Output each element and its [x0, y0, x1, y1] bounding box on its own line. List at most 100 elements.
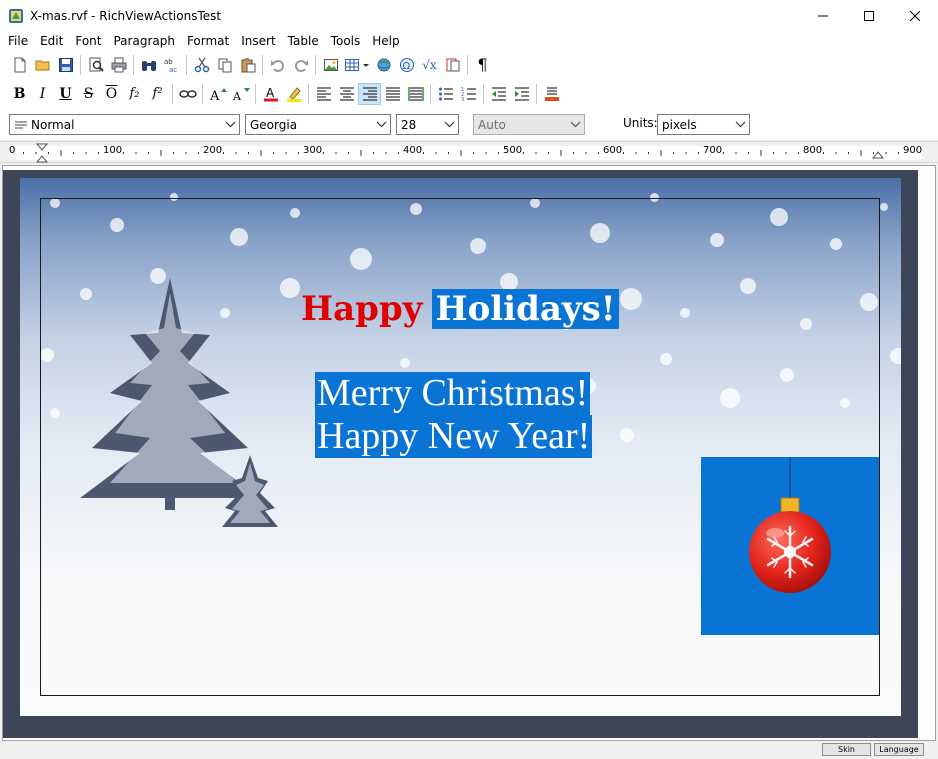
strikeout-button[interactable]: S — [77, 83, 100, 105]
happy-word[interactable]: Happy — [301, 289, 422, 329]
superscript-icon: f² — [152, 85, 163, 101]
font-color-button[interactable]: A — [259, 83, 282, 105]
copy-icon — [218, 58, 231, 73]
grow-font-button[interactable]: A — [206, 83, 229, 105]
bold-button[interactable]: B — [8, 83, 31, 105]
style-select[interactable]: Normal — [9, 114, 240, 135]
align-justify-button[interactable] — [381, 83, 404, 105]
menu-format[interactable]: Format — [181, 31, 235, 51]
redo-icon — [294, 60, 308, 72]
italic-button[interactable]: I — [31, 83, 54, 105]
font-name-value: Georgia — [250, 117, 298, 132]
align-left-button[interactable] — [312, 83, 335, 105]
copy-button[interactable] — [213, 54, 236, 76]
align-center-icon — [339, 86, 354, 101]
align-center-button[interactable] — [335, 83, 358, 105]
maximize-button[interactable] — [846, 0, 892, 31]
heading-line[interactable]: Happy Holidays! — [301, 288, 619, 330]
highlight-button[interactable] — [282, 83, 305, 105]
underline-button[interactable]: U — [54, 83, 77, 105]
formatting-toolbar: B I U S O f₂ f² A A A 1 2 3 — [0, 79, 938, 108]
distribute-button[interactable] — [404, 83, 427, 105]
language-button[interactable]: Language — [874, 743, 924, 756]
insert-equation-button[interactable]: √x — [418, 54, 441, 76]
status-bar: Skin Language — [0, 741, 938, 759]
align-left-icon — [316, 86, 331, 101]
menu-file[interactable]: File — [2, 31, 34, 51]
menu-help[interactable]: Help — [366, 31, 405, 51]
shrink-font-button[interactable]: A — [229, 83, 252, 105]
insert-hyperlink-button[interactable] — [372, 54, 395, 76]
minimize-button[interactable] — [800, 0, 846, 31]
horizontal-ruler[interactable]: 0 100 200 300 400 500 600 700 800 900 — [0, 141, 938, 163]
units-select[interactable]: pixels — [657, 114, 750, 135]
left-indent-marker-icon[interactable] — [36, 142, 48, 164]
increase-indent-button[interactable] — [510, 83, 533, 105]
open-button[interactable] — [31, 54, 54, 76]
menu-insert[interactable]: Insert — [235, 31, 281, 51]
close-button[interactable] — [892, 0, 938, 31]
svg-text:3: 3 — [461, 97, 464, 102]
increase-indent-icon — [514, 86, 529, 101]
menu-edit[interactable]: Edit — [34, 31, 69, 51]
font-name-select[interactable]: Georgia — [245, 114, 391, 135]
print-preview-button[interactable] — [84, 54, 107, 76]
color-select[interactable]: Auto — [473, 114, 585, 135]
superscript-button[interactable]: f² — [146, 83, 169, 105]
paragraph-style-icon — [15, 121, 27, 128]
insert-symbol-button[interactable]: Ω — [395, 54, 418, 76]
decrease-indent-button[interactable] — [487, 83, 510, 105]
chevron-down-icon — [444, 121, 455, 128]
new-button[interactable] — [8, 54, 31, 76]
show-special-chars-button[interactable]: ¶ — [471, 54, 494, 76]
font-shrink-icon: A — [232, 87, 250, 102]
hidden-text-button[interactable] — [176, 83, 199, 105]
menu-font[interactable]: Font — [69, 31, 107, 51]
right-indent-marker-icon[interactable] — [872, 142, 884, 164]
align-right-button[interactable] — [358, 82, 381, 105]
bullets-button[interactable] — [434, 83, 457, 105]
strikeout-icon: S — [83, 85, 94, 102]
cut-button[interactable] — [190, 54, 213, 76]
find-button[interactable] — [137, 54, 160, 76]
print-button[interactable] — [107, 54, 130, 76]
new-document-icon — [14, 57, 25, 73]
table-icon — [345, 59, 369, 71]
ruler-label: 100 — [103, 145, 123, 156]
bold-icon: B — [13, 85, 26, 102]
paste-button[interactable] — [236, 54, 259, 76]
scissors-icon — [194, 57, 209, 73]
overline-button[interactable]: O — [100, 83, 123, 105]
numbering-button[interactable]: 123 — [457, 83, 480, 105]
merry-christmas-line-selected[interactable]: Merry Christmas! — [315, 372, 591, 415]
app-icon — [8, 8, 24, 24]
menu-paragraph[interactable]: Paragraph — [107, 31, 180, 51]
skin-button[interactable]: Skin — [822, 743, 871, 756]
save-button[interactable] — [54, 54, 77, 76]
ruler-label: 400 — [403, 145, 423, 156]
subscript-button[interactable]: f₂ — [123, 83, 146, 105]
font-size-select[interactable]: 28 — [396, 114, 459, 135]
holidays-word-selected[interactable]: Holidays! — [432, 289, 619, 329]
undo-button[interactable] — [266, 54, 289, 76]
ornament-image[interactable] — [701, 457, 879, 635]
insert-table-button[interactable] — [342, 54, 372, 76]
undo-icon — [270, 60, 284, 72]
redo-button[interactable] — [289, 54, 312, 76]
menu-table[interactable]: Table — [282, 31, 325, 51]
menu-tools[interactable]: Tools — [325, 31, 367, 51]
title-bar: X-mas.rvf - RichViewActionsTest — [0, 0, 938, 31]
happy-new-year-line-selected[interactable]: Happy New Year! — [315, 415, 593, 458]
bullet-list-icon — [438, 87, 453, 100]
spell-check-button[interactable]: ab ac — [160, 54, 183, 76]
font-size-value: 28 — [401, 117, 417, 132]
italic-icon: I — [39, 85, 46, 102]
insert-picture-button[interactable] — [319, 54, 342, 76]
svg-text:A: A — [232, 90, 242, 102]
close-icon — [910, 10, 920, 21]
units-value: pixels — [662, 117, 697, 132]
align-right-icon — [362, 86, 377, 101]
paragraph-background-button[interactable] — [540, 83, 563, 105]
insert-file-button[interactable] — [441, 54, 464, 76]
standard-toolbar: ab ac Ω √x ¶ — [0, 51, 938, 79]
